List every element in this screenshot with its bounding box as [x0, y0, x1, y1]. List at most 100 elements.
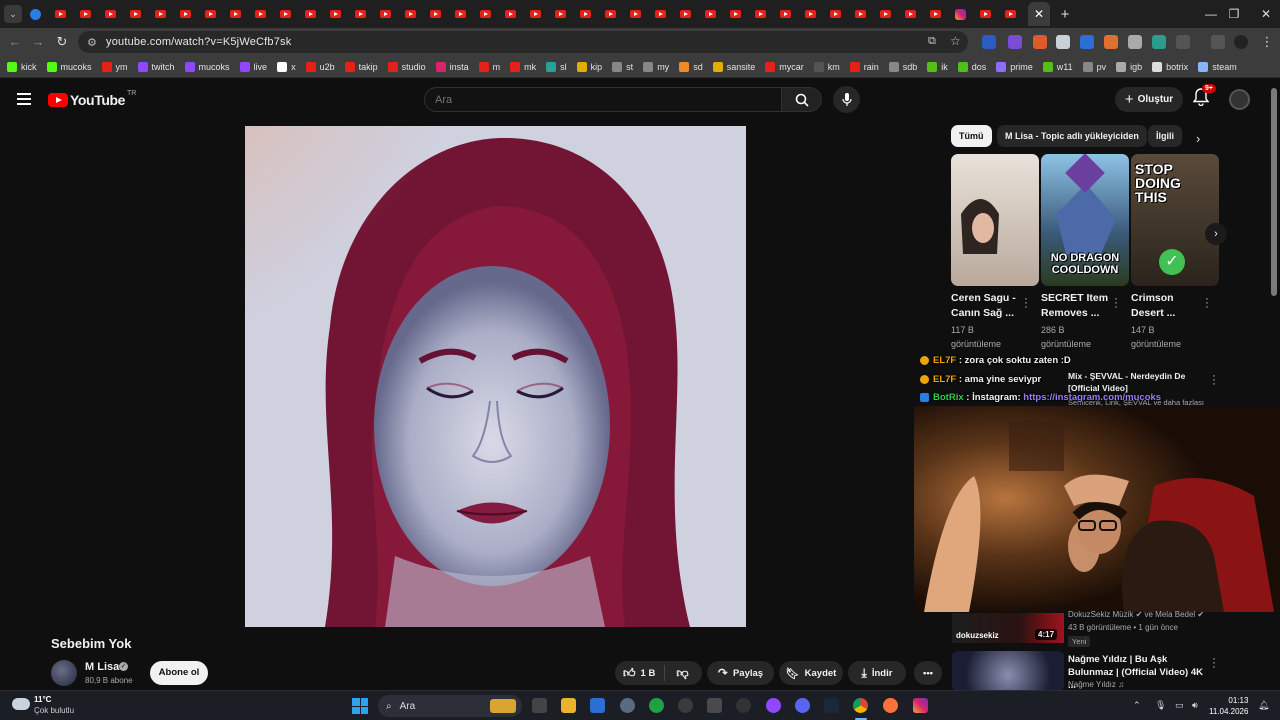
- youtube-tab-favicon[interactable]: [826, 4, 844, 24]
- more-vertical-icon[interactable]: · · ·: [1210, 371, 1218, 390]
- taskbar-search[interactable]: ⌕ Ara: [378, 695, 522, 717]
- active-tab-close-icon[interactable]: ✕: [1028, 2, 1050, 26]
- extension-icon[interactable]: [1080, 35, 1094, 49]
- extension-icon[interactable]: [1056, 35, 1070, 49]
- app-icon[interactable]: [736, 698, 751, 713]
- microphone-tray-icon[interactable]: 🎙︎: [1155, 700, 1166, 711]
- extension-icon[interactable]: [1033, 35, 1047, 49]
- bookmark-item[interactable]: rain: [849, 61, 879, 72]
- youtube-tab-favicon[interactable]: [251, 4, 269, 24]
- account-avatar[interactable]: [1229, 89, 1250, 110]
- extension-icon[interactable]: [1152, 35, 1166, 49]
- youtube-tab-favicon[interactable]: [551, 4, 569, 24]
- like-button[interactable]: 👍︎ 1 B: [623, 666, 655, 681]
- youtube-tab-favicon[interactable]: [401, 4, 419, 24]
- youtube-logo[interactable]: YouTube TR: [48, 90, 136, 108]
- youtube-tab-favicon[interactable]: [901, 4, 919, 24]
- youtube-tab-favicon[interactable]: [426, 4, 444, 24]
- short-title[interactable]: Ceren Sagu - Canın Sağ ...: [951, 291, 1025, 321]
- share-button[interactable]: ↷ Paylaş: [707, 661, 774, 685]
- youtube-tab-favicon[interactable]: [576, 4, 594, 24]
- chip-scroll-right-icon[interactable]: ›: [1196, 131, 1200, 146]
- youtube-tab-favicon[interactable]: [51, 4, 69, 24]
- bookmark-item[interactable]: igb: [1116, 61, 1142, 72]
- youtube-tab-favicon[interactable]: [726, 4, 744, 24]
- profile-avatar[interactable]: [1234, 35, 1248, 49]
- short-thumbnail[interactable]: STOP DOING THIS ✓: [1131, 154, 1219, 286]
- address-bar[interactable]: ⚙ youtube.com/watch?v=K5jWeCfb7sk ⧉ ☆: [78, 31, 968, 53]
- bookmark-item[interactable]: sdb: [888, 61, 917, 72]
- youtube-tab-favicon[interactable]: [476, 4, 494, 24]
- tab-search-button[interactable]: ⌄: [4, 5, 22, 23]
- youtube-tab-favicon[interactable]: [651, 4, 669, 24]
- more-actions-button[interactable]: •••: [914, 661, 942, 685]
- bookmark-item[interactable]: dos: [957, 61, 986, 72]
- install-app-icon[interactable]: ⧉: [928, 35, 936, 48]
- search-box[interactable]: [424, 87, 782, 112]
- instagram-tab-favicon[interactable]: [951, 4, 969, 24]
- extension-icon[interactable]: [1008, 35, 1022, 49]
- youtube-tab-favicon[interactable]: [151, 4, 169, 24]
- shorts-next-icon[interactable]: ›: [1205, 223, 1227, 245]
- bookmark-item[interactable]: mucoks: [46, 61, 92, 72]
- bookmark-item[interactable]: w11: [1042, 61, 1073, 72]
- bookmark-item[interactable]: m: [478, 61, 500, 72]
- tray-expand-icon[interactable]: ⌃: [1133, 700, 1141, 711]
- menu-hamburger-icon[interactable]: [17, 93, 31, 105]
- bookmark-item[interactable]: kip: [576, 61, 602, 72]
- bookmark-item[interactable]: u2b: [305, 61, 335, 72]
- notifications-button[interactable]: 9+: [1192, 84, 1216, 110]
- bookmark-item[interactable]: st: [612, 61, 633, 72]
- page-scrollbar[interactable]: [1271, 88, 1277, 296]
- windows-start-icon[interactable]: [352, 698, 368, 714]
- dislike-button[interactable]: 👎︎: [676, 666, 688, 681]
- tab-favicon[interactable]: [26, 4, 44, 24]
- download-button[interactable]: ⤓ İndir: [848, 661, 906, 685]
- bookmark-item[interactable]: ik: [927, 61, 948, 72]
- youtube-tab-favicon[interactable]: [176, 4, 194, 24]
- youtube-tab-favicon[interactable]: [601, 4, 619, 24]
- more-vertical-icon[interactable]: · · ·: [1203, 294, 1211, 313]
- mix-title[interactable]: Mix - ŞEVVAL - Nerdeydin De [Official Vi…: [1068, 370, 1208, 394]
- extensions-puzzle-icon[interactable]: [1176, 35, 1190, 49]
- youtube-tab-favicon[interactable]: [801, 4, 819, 24]
- bookmark-item[interactable]: km: [813, 61, 840, 72]
- youtube-tab-favicon[interactable]: [76, 4, 94, 24]
- close-window-button[interactable]: ✕: [1243, 0, 1280, 28]
- youtube-tab-favicon[interactable]: [451, 4, 469, 24]
- youtube-tab-favicon[interactable]: [701, 4, 719, 24]
- tab-search-icon[interactable]: [1211, 35, 1225, 49]
- task-view-icon[interactable]: [532, 698, 547, 713]
- youtube-tab-favicon[interactable]: [526, 4, 544, 24]
- forward-button[interactable]: →: [29, 33, 47, 51]
- youtube-tab-favicon[interactable]: [351, 4, 369, 24]
- chrome-icon[interactable]: [853, 698, 868, 713]
- youtube-tab-favicon[interactable]: [226, 4, 244, 24]
- search-input[interactable]: [435, 94, 735, 106]
- short-thumbnail[interactable]: NO DRAGON COOLDOWN: [1041, 154, 1129, 286]
- chip-related[interactable]: İlgili: [1148, 125, 1182, 147]
- twitch-icon[interactable]: [766, 698, 781, 713]
- new-tab-button[interactable]: +: [1054, 6, 1076, 23]
- instagram-icon[interactable]: [913, 698, 928, 713]
- system-clock[interactable]: 01:13 11.04.2026: [1209, 695, 1248, 717]
- app-icon[interactable]: [678, 698, 693, 713]
- video-player[interactable]: [245, 126, 746, 627]
- extension-icon[interactable]: [982, 35, 996, 49]
- youtube-tab-favicon[interactable]: [976, 4, 994, 24]
- site-info-icon[interactable]: ⚙: [87, 36, 101, 49]
- bookmark-item[interactable]: prime: [996, 61, 1033, 72]
- bookmark-item[interactable]: kick: [7, 61, 37, 72]
- weather-desc[interactable]: Çok bulutlu: [34, 706, 74, 715]
- voice-search-button[interactable]: [833, 86, 860, 113]
- bookmark-item[interactable]: live: [239, 61, 267, 72]
- steam-icon[interactable]: [824, 698, 839, 713]
- file-explorer-icon[interactable]: [561, 698, 576, 713]
- bookmark-item[interactable]: takip: [344, 61, 378, 72]
- settings-icon[interactable]: [620, 698, 635, 713]
- more-vertical-icon[interactable]: · · ·: [1022, 294, 1030, 313]
- youtube-tab-favicon[interactable]: [301, 4, 319, 24]
- app-icon[interactable]: [707, 698, 722, 713]
- short-title[interactable]: SECRET Item Removes ...: [1041, 291, 1115, 321]
- youtube-tab-favicon[interactable]: [851, 4, 869, 24]
